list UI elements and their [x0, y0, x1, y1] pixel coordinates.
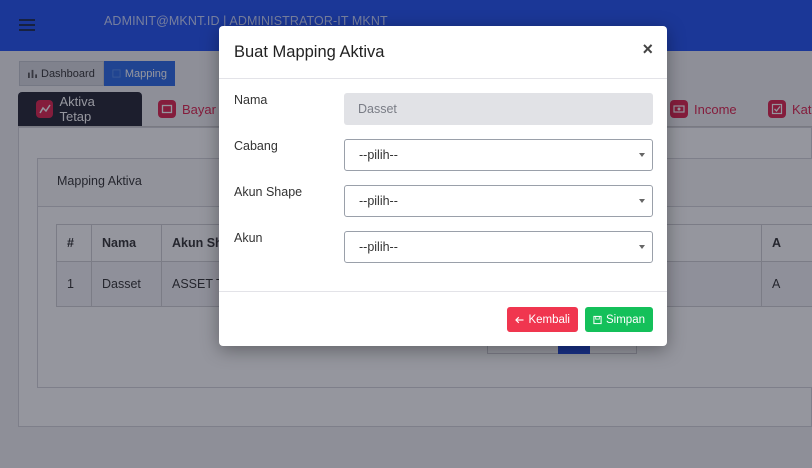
chevron-down-icon	[639, 199, 645, 203]
akun-shape-label: Akun Shape	[234, 185, 303, 199]
form-row-cabang: Cabang --pilih--	[234, 139, 654, 171]
modal-title: Buat Mapping Aktiva	[234, 43, 385, 61]
nama-value: Dasset	[358, 102, 397, 116]
akun-shape-select[interactable]: --pilih--	[344, 185, 653, 217]
akun-shape-selected-value: --pilih--	[359, 194, 398, 208]
mapping-modal: Buat Mapping Aktiva × Nama Dasset Cabang…	[219, 26, 667, 346]
nama-field: Dasset	[344, 93, 653, 125]
form-row-nama: Nama Dasset	[234, 93, 654, 125]
back-button-label: Kembali	[528, 313, 570, 326]
form-row-akun: Akun --pilih--	[234, 231, 654, 263]
akun-label: Akun	[234, 231, 263, 245]
modal-footer: Kembali Simpan	[219, 291, 667, 346]
save-icon	[593, 315, 602, 324]
nama-label: Nama	[234, 93, 268, 107]
modal-header: Buat Mapping Aktiva ×	[219, 26, 667, 79]
back-button[interactable]: Kembali	[507, 307, 578, 332]
chevron-down-icon	[639, 245, 645, 249]
akun-select[interactable]: --pilih--	[344, 231, 653, 263]
close-icon[interactable]: ×	[642, 40, 653, 58]
save-button-label: Simpan	[606, 313, 645, 326]
save-button[interactable]: Simpan	[585, 307, 653, 332]
cabang-label: Cabang	[234, 139, 278, 153]
arrow-left-icon	[515, 316, 524, 323]
cabang-selected-value: --pilih--	[359, 148, 398, 162]
form-row-akun-shape: Akun Shape --pilih--	[234, 185, 654, 217]
chevron-down-icon	[639, 153, 645, 157]
akun-selected-value: --pilih--	[359, 240, 398, 254]
cabang-select[interactable]: --pilih--	[344, 139, 653, 171]
